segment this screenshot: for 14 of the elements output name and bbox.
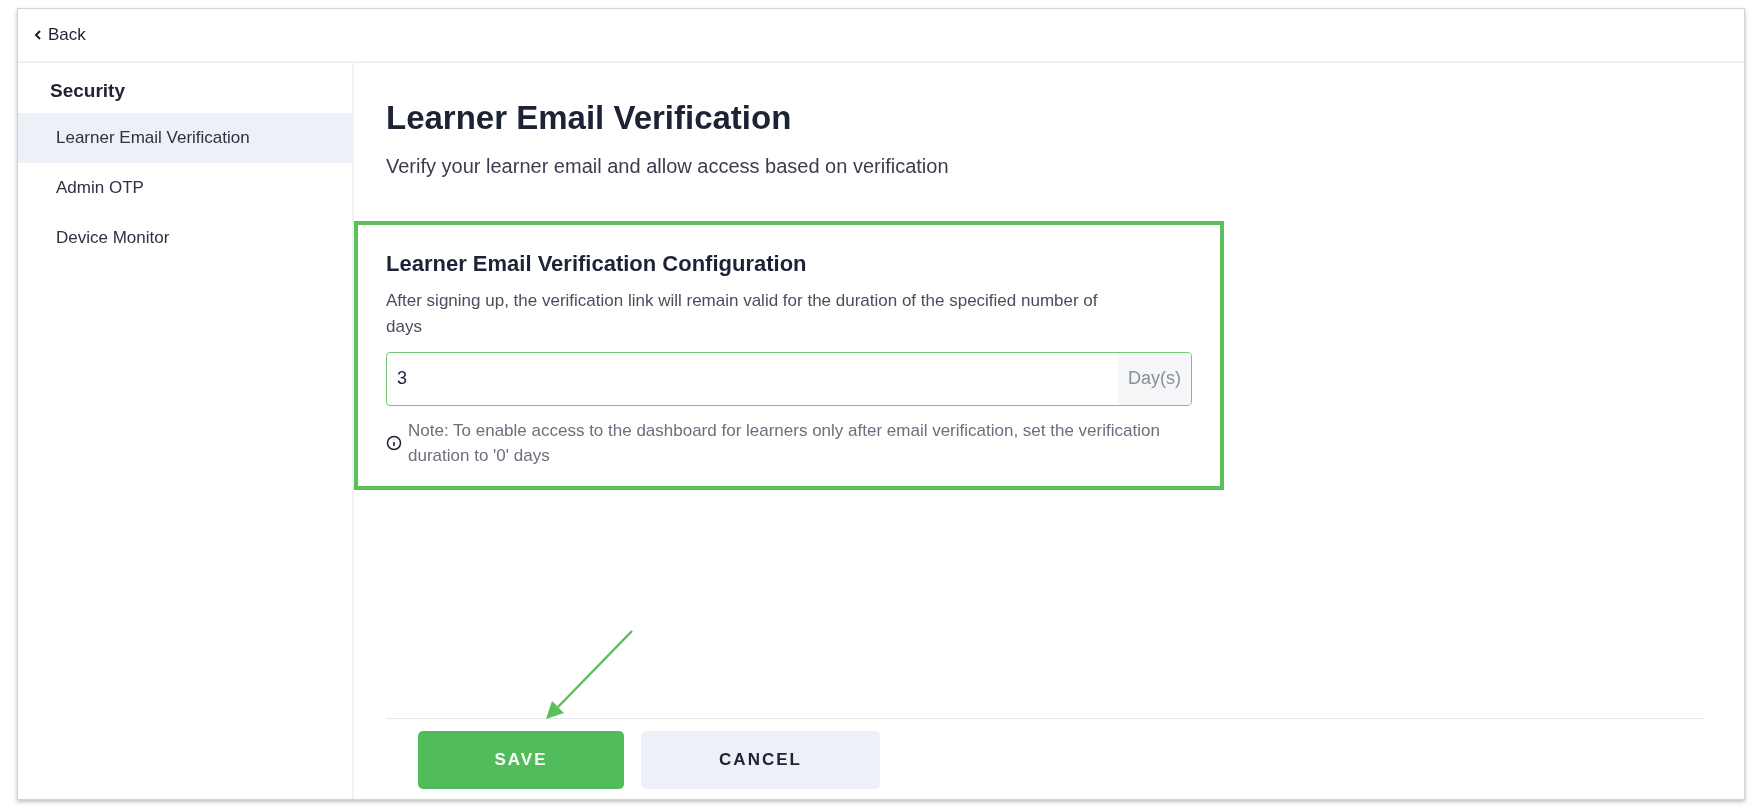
chevron-left-icon <box>34 30 42 40</box>
days-suffix: Day(s) <box>1118 352 1191 405</box>
sidebar-title: Security <box>49 79 126 103</box>
cancel-button[interactable]: CANCEL <box>641 731 880 789</box>
page-title: Learner Email Verification <box>386 98 793 138</box>
info-icon <box>386 434 402 451</box>
note-text: Note: To enable access to the dashboard for learners only after email verification, set the verification duration to '0' days <box>408 419 1161 467</box>
sidebar-item[interactable]: Learner Email Verification <box>18 113 352 163</box>
config-title: Learner Email Verification Configuration <box>386 249 808 278</box>
back-link[interactable]: Back <box>34 22 86 48</box>
sidebar-item[interactable]: Device Monitor <box>18 213 352 263</box>
sidebar-item[interactable]: Admin OTP <box>18 163 352 213</box>
config-description: After signing up, the verification link will remain valid for the duration of the specified number of days <box>386 289 1099 338</box>
page-subtitle: Verify your learner email and allow access based on verification <box>386 153 950 179</box>
